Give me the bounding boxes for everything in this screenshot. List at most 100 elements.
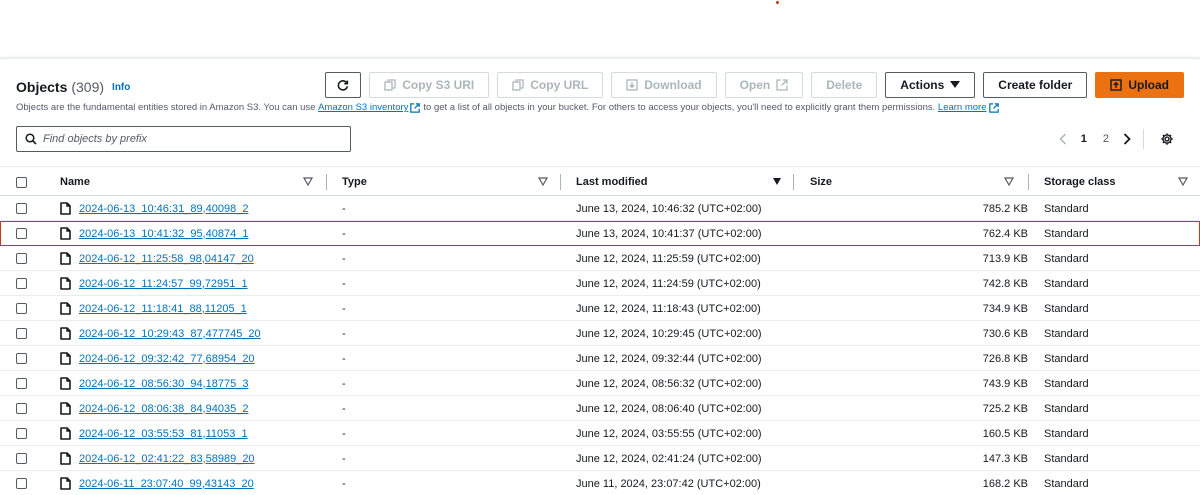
- row-select-cell: [16, 271, 27, 296]
- object-name-link[interactable]: 2024-06-12_02:41:22_83,58989_20: [79, 453, 255, 465]
- row-checkbox[interactable]: [16, 378, 27, 389]
- search-input[interactable]: [43, 133, 333, 145]
- inventory-link-label: Amazon S3 inventory: [318, 102, 409, 113]
- create-folder-button[interactable]: Create folder: [983, 72, 1088, 98]
- name-cell: 2024-06-12_11:18:41_88,11205_1: [60, 296, 247, 321]
- type-cell: -: [342, 277, 346, 290]
- file-icon: [60, 377, 71, 390]
- object-name-link[interactable]: 2024-06-12_11:18:41_88,11205_1: [79, 303, 247, 315]
- objects-panel: Objects (309) Info Copy S3 URI Copy URL …: [0, 58, 1200, 495]
- copy-url-button[interactable]: Copy URL: [497, 72, 604, 98]
- object-name-link[interactable]: 2024-06-12_03:55:53_81,11053_1: [79, 428, 248, 440]
- column-header-storage-class[interactable]: Storage class: [1044, 167, 1116, 197]
- row-select-cell: [16, 396, 27, 421]
- page-2[interactable]: 2: [1095, 133, 1117, 145]
- column-header-size[interactable]: Size: [810, 167, 832, 197]
- table-row[interactable]: 2024-06-12_09:32:42_77,68954_20 - June 1…: [0, 346, 1200, 371]
- refresh-button[interactable]: [325, 72, 362, 98]
- sort-icon[interactable]: [303, 177, 313, 186]
- next-page-button[interactable]: [1117, 133, 1137, 145]
- column-header-type[interactable]: Type: [342, 167, 367, 197]
- objects-table: Name Type Last modified Size Storage cla…: [0, 166, 1200, 495]
- object-name-link[interactable]: 2024-06-13_10:46:31_89,40098_2: [79, 203, 248, 215]
- last-modified-cell: June 12, 2024, 03:55:55 (UTC+02:00): [576, 427, 762, 440]
- size-cell: 785.2 KB: [982, 202, 1028, 215]
- row-checkbox[interactable]: [16, 328, 27, 339]
- type-cell: -: [342, 302, 346, 315]
- size-cell: 168.2 KB: [982, 477, 1028, 490]
- row-checkbox[interactable]: [16, 453, 27, 464]
- delete-button[interactable]: Delete: [811, 72, 878, 98]
- object-name-link[interactable]: 2024-06-12_11:25:58_98,04147_20: [79, 253, 254, 265]
- upload-button[interactable]: Upload: [1095, 72, 1184, 98]
- sort-icon[interactable]: [1004, 177, 1014, 186]
- row-checkbox[interactable]: [16, 203, 27, 214]
- name-cell: 2024-06-12_03:55:53_81,11053_1: [60, 421, 248, 446]
- row-select-cell: [16, 321, 27, 346]
- table-row[interactable]: 2024-06-12_11:18:41_88,11205_1 - June 12…: [0, 296, 1200, 321]
- name-cell: 2024-06-13_10:41:32_95,40874_1: [60, 221, 248, 246]
- object-name-link[interactable]: 2024-06-12_09:32:42_77,68954_20: [79, 353, 255, 365]
- row-checkbox[interactable]: [16, 228, 27, 239]
- table-row[interactable]: 2024-06-11_23:07:40_99,43143_20 - June 1…: [0, 471, 1200, 495]
- preferences-button[interactable]: [1154, 132, 1180, 146]
- row-checkbox[interactable]: [16, 428, 27, 439]
- table-row[interactable]: 2024-06-12_11:25:58_98,04147_20 - June 1…: [0, 246, 1200, 271]
- row-select-cell: [16, 246, 27, 271]
- download-button[interactable]: Download: [611, 72, 717, 98]
- name-cell: 2024-06-12_09:32:42_77,68954_20: [60, 346, 255, 371]
- storage-class-cell: Standard: [1044, 477, 1089, 490]
- column-header-last-modified[interactable]: Last modified: [576, 167, 648, 197]
- object-name-link[interactable]: 2024-06-12_11:24:57_99,72951_1: [79, 278, 248, 290]
- copy-icon: [512, 79, 524, 91]
- column-header-name[interactable]: Name: [60, 167, 90, 197]
- table-row[interactable]: 2024-06-12_11:24:57_99,72951_1 - June 12…: [0, 271, 1200, 296]
- storage-class-cell: Standard: [1044, 277, 1089, 290]
- row-checkbox[interactable]: [16, 278, 27, 289]
- sort-icon[interactable]: [772, 177, 782, 186]
- file-icon: [60, 202, 71, 215]
- row-checkbox[interactable]: [16, 403, 27, 414]
- upload-icon: [1110, 79, 1123, 91]
- description-text: Objects are the fundamental entities sto…: [16, 102, 316, 113]
- object-name-link[interactable]: 2024-06-12_10:29:43_87,477745_20: [79, 328, 261, 340]
- table-row[interactable]: 2024-06-12_02:41:22_83,58989_20 - June 1…: [0, 446, 1200, 471]
- row-checkbox[interactable]: [16, 353, 27, 364]
- inventory-link[interactable]: Amazon S3 inventory: [318, 102, 408, 113]
- last-modified-cell: June 12, 2024, 08:56:32 (UTC+02:00): [576, 377, 762, 390]
- last-modified-cell: June 11, 2024, 23:07:42 (UTC+02:00): [576, 477, 761, 490]
- storage-class-cell: Standard: [1044, 352, 1089, 365]
- table-row[interactable]: 2024-06-12_08:06:38_84,94035_2 - June 12…: [0, 396, 1200, 421]
- page-1[interactable]: 1: [1073, 133, 1095, 145]
- object-count: (309): [71, 79, 105, 95]
- open-button[interactable]: Open: [724, 72, 804, 98]
- info-link[interactable]: Info: [112, 82, 130, 93]
- object-name-link[interactable]: 2024-06-12_08:06:38_84,94035_2: [79, 403, 248, 415]
- objects-header: Objects (309) Info: [16, 73, 130, 101]
- size-cell: 734.9 KB: [982, 302, 1028, 315]
- learn-more-link[interactable]: Learn more: [938, 102, 987, 113]
- last-modified-cell: June 12, 2024, 08:06:40 (UTC+02:00): [576, 402, 762, 415]
- table-row[interactable]: 2024-06-13_10:41:32_95,40874_1 - June 13…: [0, 221, 1200, 246]
- column-divider: [326, 174, 327, 190]
- prev-page-button[interactable]: [1053, 133, 1073, 145]
- row-checkbox[interactable]: [16, 253, 27, 264]
- table-row[interactable]: 2024-06-13_10:46:31_89,40098_2 - June 13…: [0, 196, 1200, 221]
- storage-class-cell: Standard: [1044, 252, 1089, 265]
- file-icon: [60, 252, 71, 265]
- table-row[interactable]: 2024-06-12_10:29:43_87,477745_20 - June …: [0, 321, 1200, 346]
- sort-icon[interactable]: [1178, 177, 1188, 186]
- object-name-link[interactable]: 2024-06-11_23:07:40_99,43143_20: [79, 478, 254, 490]
- actions-dropdown[interactable]: Actions: [885, 72, 976, 98]
- table-row[interactable]: 2024-06-12_08:56:30_94,18775_3 - June 12…: [0, 371, 1200, 396]
- last-modified-cell: June 12, 2024, 11:25:59 (UTC+02:00): [576, 252, 761, 265]
- select-all-checkbox[interactable]: [16, 176, 27, 188]
- row-checkbox[interactable]: [16, 303, 27, 314]
- copy-s3-uri-label: Copy S3 URI: [402, 78, 475, 92]
- object-name-link[interactable]: 2024-06-13_10:41:32_95,40874_1: [79, 228, 248, 240]
- sort-icon[interactable]: [538, 177, 548, 186]
- copy-s3-uri-button[interactable]: Copy S3 URI: [369, 72, 490, 98]
- table-row[interactable]: 2024-06-12_03:55:53_81,11053_1 - June 12…: [0, 421, 1200, 446]
- row-checkbox[interactable]: [16, 478, 27, 489]
- object-name-link[interactable]: 2024-06-12_08:56:30_94,18775_3: [79, 378, 248, 390]
